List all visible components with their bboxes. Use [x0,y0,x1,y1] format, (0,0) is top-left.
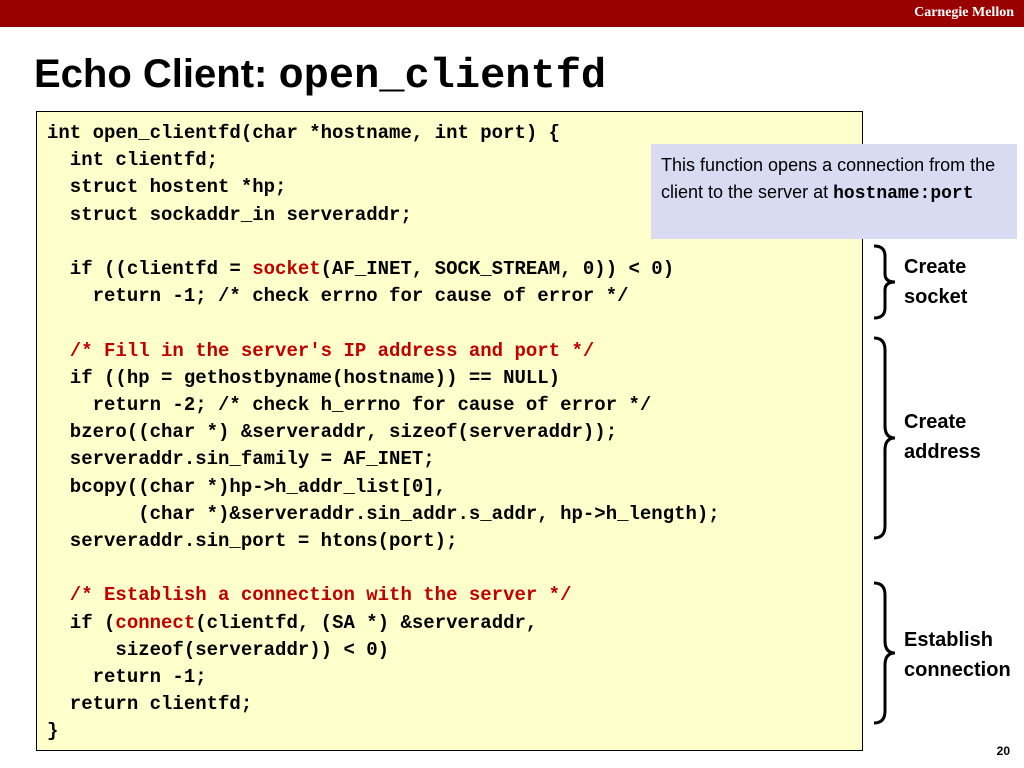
code-token: return -1; /* check errno for cause of e… [47,285,629,308]
annotation-establish-connection: Establish connection [904,629,1011,681]
code-line: if (connect(clientfd, (SA *) &serveraddr… [47,610,538,637]
code-line: return -1; /* check errno for cause of e… [47,283,629,310]
code-token: serveraddr.sin_family = AF_INET; [47,448,435,471]
slide-title: Echo Client: open_clientfd [34,46,606,104]
code-line: struct sockaddr_in serveraddr; [47,202,412,229]
code-line: int open_clientfd(char *hostname, int po… [47,120,560,147]
code-token: int open_clientfd(char *hostname, int po… [47,122,561,144]
code-token: bcopy((char *)hp->h_addr_list[0], [47,475,447,498]
code-line: if ((hp = gethostbyname(hostname)) == NU… [47,365,560,392]
code-line: serveraddr.sin_family = AF_INET; [47,446,435,473]
highlighted-code-token: connect [115,611,196,634]
code-line: sizeof(serveraddr)) < 0) [47,637,389,664]
note-code: hostname:port [833,184,974,204]
code-token: struct sockaddr_in serveraddr; [47,203,412,226]
connection-brace-icon [873,581,896,725]
code-token: return clientfd; [47,693,253,716]
code-token: (clientfd, (SA *) &serveraddr, [195,611,538,634]
code-token: if ((clientfd = [47,258,253,280]
code-line: /* Establish a connection with the serve… [47,582,572,609]
page-number: 20 [996,744,1010,758]
code-token: (char *)&serveraddr.sin_addr.s_addr, hp-… [47,502,720,525]
annotation-create-address: Create address [904,411,981,463]
title-code: open_clientfd [278,52,607,100]
highlighted-code-token: socket [252,258,321,280]
code-line: } [47,718,58,745]
code-line: return -2; /* check h_errno for cause of… [47,392,652,419]
annotation-create-socket: Create socket [904,256,968,308]
code-token: int clientfd; [47,149,219,172]
code-line: return -1; [47,664,207,691]
code-line: bcopy((char *)hp->h_addr_list[0], [47,474,446,501]
socket-brace-icon [873,244,896,320]
code-line: return clientfd; [47,691,252,718]
brand-name: Carnegie Mellon [914,5,1014,20]
function-description-note: This function opens a connection from th… [651,144,1017,239]
code-token: return -2; /* check h_errno for cause of… [47,394,652,416]
code-token: struct hostent *hp; [47,176,287,199]
code-token: sizeof(serveraddr)) < 0) [47,638,390,661]
code-line: if ((clientfd = socket(AF_INET, SOCK_STR… [47,256,674,283]
code-line: (char *)&serveraddr.sin_addr.s_addr, hp-… [47,501,720,528]
code-line: int clientfd; [47,147,218,174]
code-token: } [47,720,59,743]
code-line: struct hostent *hp; [47,174,287,201]
code-line: bzero((char *) &serveraddr, sizeof(serve… [47,419,617,446]
code-line: /* Fill in the server's IP address and p… [47,338,595,365]
code-line: serveraddr.sin_port = htons(port); [47,528,458,555]
code-token: serveraddr.sin_port = htons(port); [47,530,458,552]
address-brace-icon [873,336,896,540]
code-token: return -1; [47,666,207,688]
code-token: bzero((char *) &serveraddr, sizeof(serve… [47,421,618,444]
title-text: Echo Client: [34,52,279,96]
header-bar: Carnegie Mellon [0,0,1024,27]
highlighted-code-token: /* Establish a connection with the serve… [47,584,572,607]
code-token: (AF_INET, SOCK_STREAM, 0)) < 0) [320,258,675,280]
code-token: if ( [47,611,116,634]
highlighted-code-token: /* Fill in the server's IP address and p… [47,339,595,362]
code-token: if ((hp = gethostbyname(hostname)) == NU… [47,366,561,389]
